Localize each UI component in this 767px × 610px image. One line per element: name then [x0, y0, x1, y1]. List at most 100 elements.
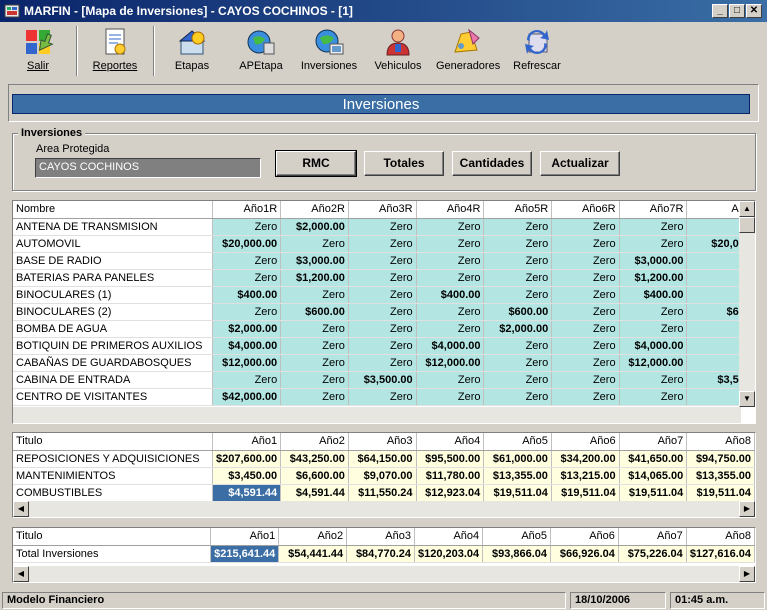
rmc-button[interactable]: RMC — [275, 150, 357, 177]
scroll-right-button[interactable]: ▶ — [739, 566, 755, 582]
table-cell[interactable]: $61,000.00 — [483, 450, 552, 468]
table-cell[interactable]: $2,000.00 — [483, 320, 553, 338]
table-cell[interactable]: CABINA DE ENTRADA — [13, 371, 214, 389]
table-cell[interactable]: $1,200.00 — [619, 269, 688, 287]
table-cell[interactable]: Zero — [416, 388, 485, 406]
table-cell[interactable]: Zero — [348, 218, 417, 236]
table-row[interactable]: AUTOMOVIL $20,000.00 Zero Zero Zero Zero Zero Z… — [13, 235, 755, 253]
table-cell[interactable]: Zero — [619, 303, 688, 321]
total-grid[interactable]: Titulo Año1 Año2 Año3 Año4 Año5 Año6 Año7 Año8 To… — [12, 527, 756, 583]
table-cell[interactable]: $41,650.00 — [619, 450, 688, 468]
table-cell[interactable]: Zero — [551, 303, 620, 321]
column-header[interactable]: Año6 — [550, 528, 619, 546]
table-cell[interactable]: Zero — [416, 218, 485, 236]
table-cell[interactable]: Zero — [416, 320, 485, 338]
table-cell[interactable]: CENTRO DE VISITANTES — [13, 388, 214, 406]
table-cell[interactable]: Zero — [348, 388, 417, 406]
table-cell[interactable]: $54,441.44 — [278, 545, 348, 563]
summary-horizontal-scrollbar[interactable]: ◀ ▶ — [13, 501, 755, 517]
table-row[interactable]: BOTIQUIN DE PRIMEROS AUXILIOS $4,000.00 Ze… — [13, 337, 755, 355]
table-cell[interactable]: Zero — [483, 218, 553, 236]
table-cell[interactable]: Zero — [416, 269, 485, 287]
table-cell[interactable]: $2,000.00 — [212, 320, 282, 338]
table-cell[interactable]: $19,511.04 — [551, 484, 620, 502]
column-header[interactable]: Año5 — [482, 528, 552, 546]
table-cell[interactable]: $12,000.00 — [212, 354, 282, 372]
table-cell[interactable]: $75,226.04 — [618, 545, 687, 563]
toolbar-vehiculos-button[interactable]: Vehiculos — [374, 26, 422, 78]
table-cell[interactable]: Zero — [483, 269, 553, 287]
maximize-button[interactable]: □ — [729, 4, 745, 18]
close-button[interactable]: ✕ — [746, 4, 762, 18]
table-cell[interactable]: $600.00 — [483, 303, 553, 321]
table-cell[interactable]: Zero — [483, 388, 553, 406]
table-cell[interactable]: Zero — [551, 337, 620, 355]
table-cell[interactable]: Zero — [416, 303, 485, 321]
column-header[interactable]: Año3 — [346, 528, 415, 546]
scroll-right-button[interactable]: ▶ — [739, 501, 755, 517]
table-cell[interactable]: CABAÑAS DE GUARDABOSQUES — [13, 354, 214, 372]
table-cell[interactable]: Zero — [483, 286, 553, 304]
table-cell[interactable]: COMBUSTIBLES — [13, 484, 213, 502]
table-cell[interactable]: $215,641.44 — [210, 545, 280, 563]
table-cell[interactable]: $13,355.00 — [483, 467, 552, 485]
table-cell[interactable]: Zero — [416, 371, 485, 389]
totales-button[interactable]: Totales — [364, 151, 444, 176]
table-cell[interactable]: Zero — [280, 371, 349, 389]
table-cell[interactable]: ANTENA DE TRANSMISION — [13, 218, 214, 236]
column-header[interactable]: Año4 — [416, 433, 485, 451]
table-cell[interactable]: BINOCULARES (2) — [13, 303, 214, 321]
table-cell[interactable]: Zero — [280, 337, 349, 355]
table-row[interactable]: BINOCULARES (2) Zero $600.00 Zero Zero $600.0… — [13, 303, 755, 321]
table-cell[interactable]: $66,926.04 — [550, 545, 619, 563]
column-header[interactable]: Año4R — [416, 201, 485, 219]
table-cell[interactable]: Zero — [551, 286, 620, 304]
table-cell[interactable]: BATERIAS PARA PANELES — [13, 269, 214, 287]
table-cell[interactable]: Zero — [348, 269, 417, 287]
table-cell[interactable]: Zero — [551, 320, 620, 338]
table-cell[interactable]: $12,000.00 — [416, 354, 485, 372]
column-header[interactable]: Año1 — [210, 528, 280, 546]
table-cell[interactable]: $34,200.00 — [551, 450, 620, 468]
table-cell[interactable]: $11,780.00 — [416, 467, 485, 485]
table-row[interactable]: CABINA DE ENTRADA Zero Zero $3,500.00 Zero Ze… — [13, 371, 755, 389]
table-cell[interactable]: Zero — [348, 337, 417, 355]
table-cell[interactable]: Zero — [348, 252, 417, 270]
table-cell[interactable]: $94,750.00 — [686, 450, 755, 468]
table-cell[interactable]: Zero — [348, 235, 417, 253]
table-cell[interactable]: Zero — [212, 218, 282, 236]
table-row[interactable]: Total Inversiones $215,641.44 $54,441.44 $8… — [13, 545, 755, 563]
table-cell[interactable]: Zero — [619, 235, 688, 253]
table-cell[interactable]: Zero — [483, 371, 553, 389]
table-cell[interactable]: Zero — [280, 320, 349, 338]
table-cell[interactable]: $20,000.00 — [212, 235, 282, 253]
table-cell[interactable]: Zero — [551, 388, 620, 406]
table-cell[interactable]: Zero — [280, 235, 349, 253]
table-cell[interactable]: Zero — [619, 371, 688, 389]
table-cell[interactable]: Zero — [348, 320, 417, 338]
table-cell[interactable]: Zero — [551, 354, 620, 372]
table-cell[interactable]: $4,000.00 — [416, 337, 485, 355]
scroll-thumb[interactable] — [739, 217, 755, 233]
table-cell[interactable]: $19,511.04 — [619, 484, 688, 502]
table-cell[interactable]: Zero — [280, 286, 349, 304]
table-cell[interactable]: $11,550.24 — [348, 484, 417, 502]
table-row[interactable]: MANTENIMIENTOS $3,450.00 $6,600.00 $9,070.0… — [13, 467, 755, 485]
toolbar-apetapa-button[interactable]: APEtapa — [236, 26, 286, 78]
table-cell[interactable]: $12,923.04 — [416, 484, 485, 502]
table-cell[interactable]: $4,000.00 — [619, 337, 688, 355]
table-cell[interactable]: $3,500.00 — [348, 371, 417, 389]
table-cell[interactable]: BOTIQUIN DE PRIMEROS AUXILIOS — [13, 337, 214, 355]
table-row[interactable]: ANTENA DE TRANSMISION Zero $2,000.00 Zero Ze… — [13, 218, 755, 236]
table-cell[interactable]: $120,203.04 — [414, 545, 484, 563]
table-cell[interactable]: $42,000.00 — [212, 388, 282, 406]
table-cell[interactable]: Zero — [483, 235, 553, 253]
column-header[interactable]: Año5R — [483, 201, 553, 219]
cantidades-button[interactable]: Cantidades — [452, 151, 532, 176]
column-header[interactable]: Titulo — [13, 528, 212, 546]
column-header[interactable]: Año6 — [551, 433, 620, 451]
table-cell[interactable]: $3,000.00 — [280, 252, 349, 270]
table-cell[interactable]: $4,591.44 — [212, 484, 282, 502]
table-cell[interactable]: $93,866.04 — [482, 545, 552, 563]
table-row[interactable]: BATERIAS PARA PANELES Zero $1,200.00 Zero Ze… — [13, 269, 755, 287]
